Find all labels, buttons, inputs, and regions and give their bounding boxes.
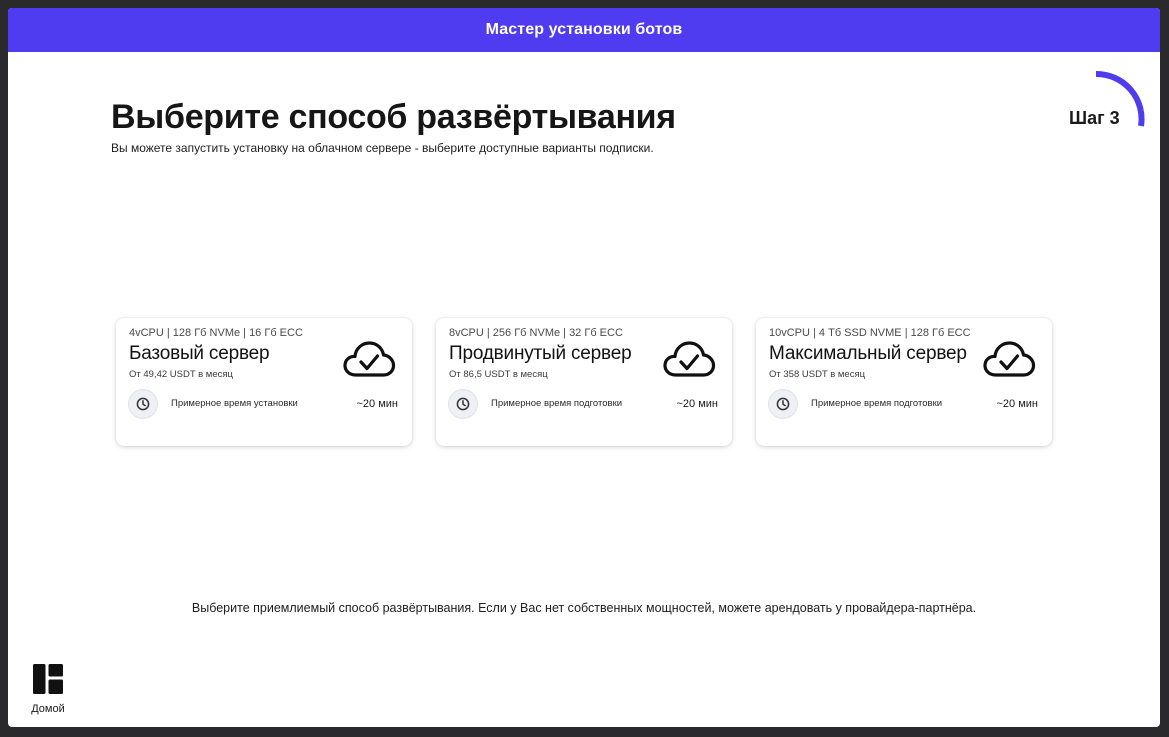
install-time-label: Примерное время установки — [171, 398, 298, 409]
title-bar: Мастер установки ботов — [8, 8, 1160, 52]
server-card-advanced[interactable]: 8vCPU | 256 Гб NVMe | 32 Гб ECC Продвину… — [436, 318, 732, 446]
install-time-value: ~20 мин — [996, 398, 1039, 410]
install-time-label: Примерное время подготовки — [811, 398, 943, 409]
cloud-check-icon — [663, 341, 716, 377]
install-time-label: Примерное время подготовки — [491, 398, 623, 409]
home-button[interactable]: Домой — [22, 664, 74, 722]
install-time-value: ~20 мин — [356, 398, 399, 410]
dashboard-icon — [33, 664, 63, 694]
server-specs: 10vCPU | 4 Тб SSD NVME | 128 Гб ECC — [769, 327, 971, 339]
server-card-maximum[interactable]: 10vCPU | 4 Тб SSD NVME | 128 Гб ECC Макс… — [756, 318, 1052, 446]
server-title: Базовый сервер — [129, 343, 270, 364]
cloud-check-icon — [343, 341, 396, 377]
window-title: Мастер установки ботов — [485, 21, 683, 38]
cloud-check-icon — [983, 341, 1036, 377]
server-price: От 86,5 USDT в месяц — [449, 369, 548, 380]
server-specs: 8vCPU | 256 Гб NVMe | 32 Гб ECC — [449, 327, 623, 339]
home-label: Домой — [31, 703, 65, 715]
install-time-value: ~20 мин — [676, 398, 719, 410]
clock-icon — [449, 390, 477, 418]
server-title: Максимальный сервер — [769, 343, 967, 364]
installer-window: Мастер установки ботов Выберите способ р… — [8, 8, 1160, 727]
server-price: От 358 USDT в месяц — [769, 369, 866, 380]
server-specs: 4vCPU | 128 Гб NVMe | 16 Гб ECC — [129, 327, 303, 339]
server-price: От 49,42 USDT в месяц — [129, 369, 233, 380]
step-label: Шаг 3 — [1069, 108, 1120, 128]
clock-icon — [129, 390, 157, 418]
deployment-hint: Выберите приемлиемый способ развёртывани… — [191, 601, 977, 615]
server-title: Продвинутый сервер — [449, 343, 632, 364]
page-title: Выберите способ развёртывания — [111, 98, 676, 136]
server-card-basic[interactable]: 4vCPU | 128 Гб NVMe | 16 Гб ECC Базовый … — [116, 318, 412, 446]
step-indicator: Шаг 3 — [1048, 62, 1160, 172]
clock-icon — [769, 390, 797, 418]
page-subtitle: Вы можете запустить установку на облачно… — [111, 141, 654, 155]
